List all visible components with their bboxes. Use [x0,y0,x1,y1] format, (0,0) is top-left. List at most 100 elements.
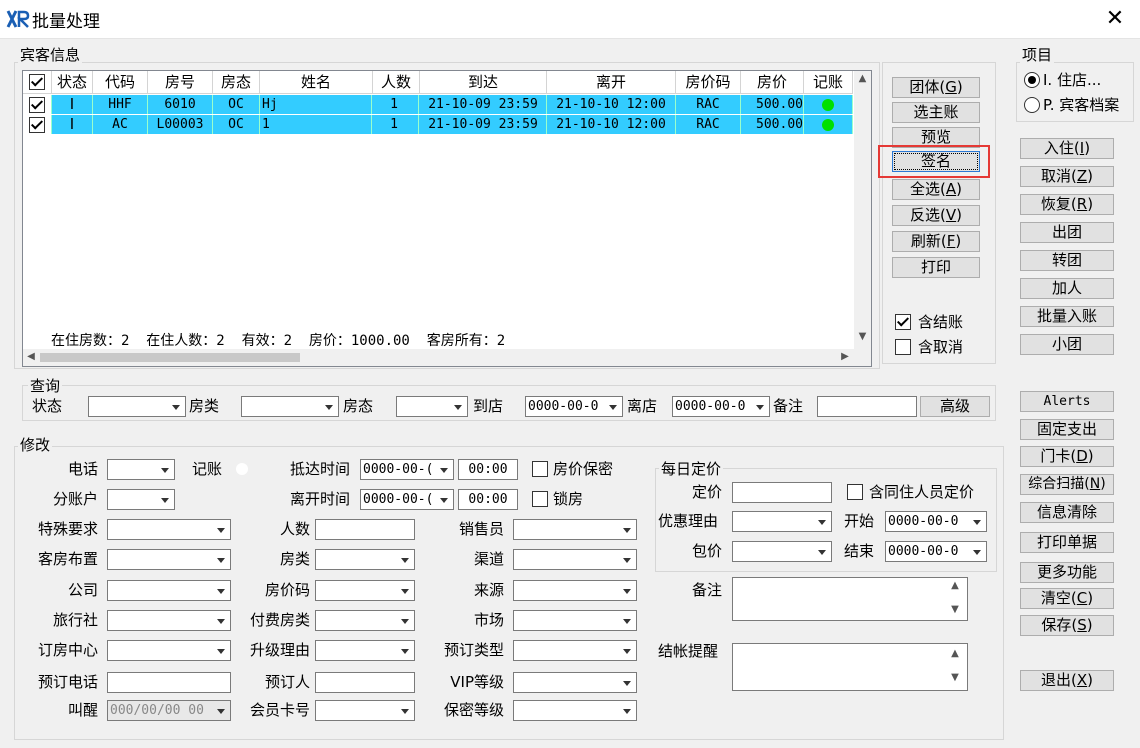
book-type-select[interactable] [513,640,637,661]
same-price-checkbox[interactable] [847,484,863,500]
price-input[interactable] [732,482,832,503]
checkout-note-textarea[interactable]: ▲ ▼ [732,643,968,691]
paid-type-select[interactable] [315,610,415,631]
col-rate[interactable]: 房价 [741,71,804,94]
sign-button[interactable]: 签名 [892,151,980,172]
col-arrive[interactable]: 到达 [420,71,547,94]
source-select[interactable] [513,580,637,601]
col-posting[interactable]: 记账 [804,71,853,94]
select-master-button[interactable]: 选主账 [892,102,980,123]
col-code[interactable]: 代码 [93,71,148,94]
center-select[interactable] [107,640,231,661]
batch-post-button[interactable]: 批量入账 [1020,306,1114,327]
query-remark-input[interactable] [817,396,917,417]
advanced-button[interactable]: 高级 [920,396,990,417]
upgrade-select[interactable] [315,640,415,661]
checkin-button[interactable]: 入住(I) [1020,138,1114,159]
member-select[interactable] [315,700,415,721]
company-select[interactable] [107,580,231,601]
project-profile-radio[interactable] [1024,97,1040,113]
alerts-button[interactable]: Alerts [1020,391,1114,412]
subgroup-button[interactable]: 小团 [1020,334,1114,355]
scan-button[interactable]: 综合扫描(N) [1020,474,1114,495]
include-settled-checkbox[interactable] [895,314,911,330]
header-checkbox[interactable] [23,71,52,94]
scroll-left-icon[interactable]: ◀ [25,351,37,362]
lock-room-checkbox[interactable] [532,491,548,507]
project-profile-label[interactable]: P. 宾客档案 [1043,95,1119,116]
refresh-button[interactable]: 刷新(F) [892,231,980,252]
start-date-select[interactable]: 0000-00-0 [885,511,987,532]
market-select[interactable] [513,610,637,631]
row-checkbox[interactable] [23,115,52,134]
query-status-select[interactable] [88,396,186,417]
arrive-time-input[interactable]: 00:00 [458,459,518,480]
leave-group-button[interactable]: 出团 [1020,222,1114,243]
wakeup-select[interactable]: 000/00/00 00 [107,700,231,721]
print-doc-button[interactable]: 打印单据 [1020,532,1114,553]
end-date-select[interactable]: 0000-00-0 [885,541,987,562]
persons-input[interactable] [315,519,415,540]
depart-date-select[interactable]: 0000-00-( [360,489,454,510]
rate-secret-checkbox[interactable] [532,461,548,477]
cancel-button[interactable]: 取消(Z) [1020,166,1114,187]
special-select[interactable] [107,519,231,540]
col-persons[interactable]: 人数 [373,71,420,94]
select-all-button[interactable]: 全选(A) [892,179,980,200]
sub-account-select[interactable] [107,489,175,510]
booker-input[interactable] [315,672,415,693]
horizontal-scrollbar[interactable]: ◀ ▶ [23,349,871,366]
vertical-scrollbar[interactable]: ▲ ▼ [854,71,871,349]
exit-button[interactable]: 退出(X) [1020,670,1114,691]
col-rate-code[interactable]: 房价码 [676,71,741,94]
vip-select[interactable] [513,672,637,693]
close-button[interactable]: ✕ [1100,4,1130,34]
book-phone-input[interactable] [107,672,231,693]
col-name[interactable]: 姓名 [260,71,373,94]
row-checkbox[interactable] [23,95,52,114]
phone-select[interactable] [107,459,175,480]
col-room[interactable]: 房号 [148,71,213,94]
scroll-thumb[interactable] [40,353,300,362]
col-room-state[interactable]: 房态 [213,71,260,94]
col-status[interactable]: 状态 [52,71,93,94]
clear-info-button[interactable]: 信息清除 [1020,502,1114,523]
scroll-up-icon[interactable]: ▲ [947,648,963,659]
secret-select[interactable] [513,700,637,721]
fixed-charge-button[interactable]: 固定支出 [1020,419,1114,440]
salesman-select[interactable] [513,519,637,540]
scroll-down-icon[interactable]: ▼ [947,604,963,615]
invert-select-button[interactable]: 反选(V) [892,205,980,226]
project-inhouse-label[interactable]: I. 住店... [1043,70,1101,91]
scroll-right-icon[interactable]: ▶ [839,351,851,362]
print-button[interactable]: 打印 [892,257,980,278]
pack-select[interactable] [732,541,832,562]
room-layout-select[interactable] [107,549,231,570]
project-inhouse-radio[interactable] [1024,72,1040,88]
agency-select[interactable] [107,610,231,631]
scroll-up-icon[interactable]: ▲ [854,73,871,84]
channel-select[interactable] [513,549,637,570]
door-card-button[interactable]: 门卡(D) [1020,446,1114,467]
table-row[interactable]: I HHF 6010 OC Hj 1 21-10-09 23:59 21-10-… [23,95,853,114]
transfer-group-button[interactable]: 转团 [1020,250,1114,271]
reason-select[interactable] [732,511,832,532]
scroll-down-icon[interactable]: ▼ [854,331,871,342]
restore-button[interactable]: 恢复(R) [1020,194,1114,215]
room-type-select[interactable] [315,549,415,570]
remark-textarea[interactable]: ▲ ▼ [732,577,968,621]
query-roomtype-select[interactable] [241,396,339,417]
group-button[interactable]: 团体(G) [892,77,980,98]
rate-code-select[interactable] [315,580,415,601]
add-guest-button[interactable]: 加人 [1020,278,1114,299]
include-cancelled-checkbox[interactable] [895,339,911,355]
col-depart[interactable]: 离开 [547,71,676,94]
save-button[interactable]: 保存(S) [1020,615,1114,636]
table-row[interactable]: I AC L00003 OC 1 1 21-10-09 23:59 21-10-… [23,115,853,134]
arrive-date-select[interactable]: 0000-00-( [360,459,454,480]
scroll-down-icon[interactable]: ▼ [947,672,963,683]
clear-button[interactable]: 清空(C) [1020,588,1114,609]
query-roomstate-select[interactable] [396,396,468,417]
scroll-up-icon[interactable]: ▲ [947,580,963,591]
depart-time-input[interactable]: 00:00 [458,489,518,510]
